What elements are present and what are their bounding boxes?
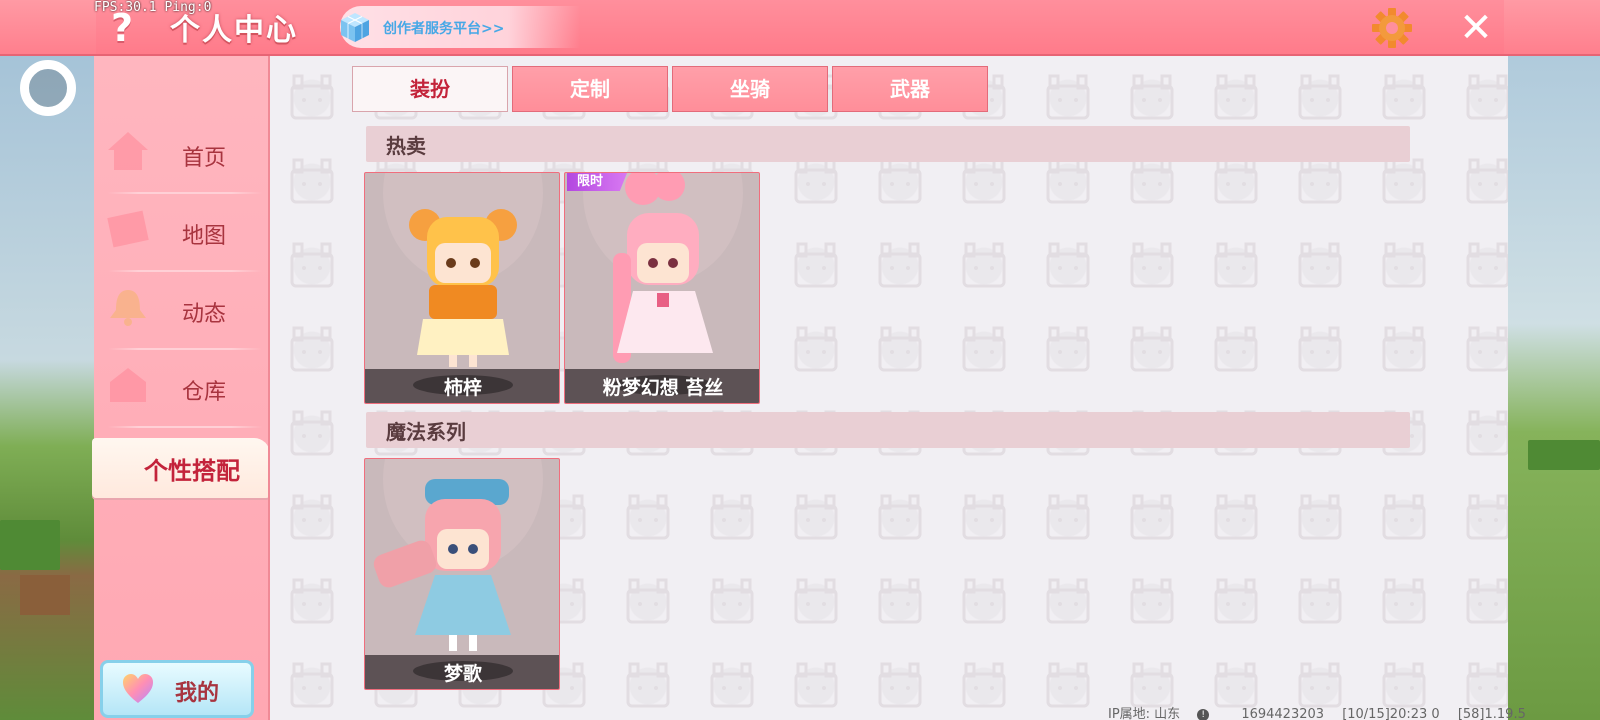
sidebar-item-label: 首页 [182, 146, 227, 171]
section-header-hot: 热卖 [366, 126, 1410, 162]
tab-outfit[interactable]: 装扮 [352, 66, 508, 112]
uid: 1694423203 [1241, 707, 1325, 720]
card-name: 粉梦幻想 苔丝 [602, 377, 724, 399]
sidebar-item-warehouse[interactable]: 仓库 [102, 352, 262, 428]
warehouse-icon [110, 368, 146, 402]
tab-weapon[interactable]: 武器 [832, 66, 988, 112]
card-name: 梦歌 [443, 663, 482, 685]
sidebar-item-label: 地图 [182, 224, 227, 249]
card-name-bar: 柿梓 [365, 369, 559, 403]
timestamp: [10/15]20:23 0 [1342, 707, 1440, 720]
mine-button-label: 我的 [175, 681, 220, 706]
card-name-bar: 粉梦幻想 苔丝 [565, 369, 759, 403]
divider [108, 426, 262, 428]
skin-card-mengge[interactable]: 梦歌 [364, 458, 560, 690]
character-figure-image [373, 459, 543, 651]
section-title: 魔法系列 [386, 420, 466, 444]
home-icon [108, 132, 148, 170]
status-footer: IP属地: 山东! 1694423203 [10/15]20:23 0 [58]… [1108, 703, 1540, 720]
cube-icon [341, 13, 369, 42]
character-figure-image [583, 173, 743, 363]
scenery-wood-block [20, 575, 70, 615]
map-icon [107, 210, 149, 248]
sidebar: 首页 地图 动态 仓库 个性搭配 我的 [92, 56, 270, 720]
top-bar-strip [96, 0, 1504, 54]
tab-custom[interactable]: 定制 [512, 66, 668, 112]
skin-card-shizi[interactable]: 柿梓 [364, 172, 560, 404]
divider [108, 192, 262, 194]
sidebar-item-outfit[interactable]: 个性搭配 [92, 438, 270, 498]
ip-location-text: IP属地: 山东 [1108, 707, 1181, 720]
section-header-magic: 魔法系列 [366, 412, 1410, 448]
sidebar-item-label: 个性搭配 [144, 457, 240, 485]
sidebar-item-label: 动态 [182, 302, 227, 327]
section-title: 热卖 [386, 134, 426, 158]
divider [108, 348, 262, 350]
info-icon[interactable]: ! [1197, 708, 1210, 720]
close-icon: ✕ [1459, 5, 1493, 51]
background-scene-right [1508, 0, 1600, 720]
floating-ring-button[interactable] [20, 60, 76, 116]
fps-ping-overlay: FPS:30.1 Ping:0 [94, 0, 212, 15]
scenery-grass-block [0, 520, 60, 570]
character-figure-image [383, 173, 543, 367]
mine-button[interactable]: 我的 [100, 660, 254, 718]
main-panel: 装扮 定制 坐骑 武器 热卖 柿梓 限时 粉梦幻想 苔丝 魔法系列 梦歌 [268, 56, 1508, 720]
limited-time-badge: 限时 [567, 173, 627, 191]
close-button[interactable]: ✕ [1454, 6, 1498, 50]
skin-card-tess[interactable]: 限时 粉梦幻想 苔丝 [564, 172, 760, 404]
gear-icon[interactable] [1370, 6, 1414, 50]
scenery-grass-block [1528, 440, 1600, 470]
card-name: 柿梓 [443, 377, 482, 399]
sidebar-item-map[interactable]: 地图 [102, 196, 262, 272]
version: [58]1.19.5 [1457, 707, 1526, 720]
creator-platform-link[interactable]: 创作者服务平台>> [383, 18, 504, 38]
sidebar-item-activity[interactable]: 动态 [102, 274, 262, 350]
divider [108, 270, 262, 272]
sidebar-item-home[interactable]: 首页 [102, 118, 262, 194]
ip-location: IP属地: 山东! [1108, 707, 1223, 720]
heart-icon [123, 674, 153, 703]
sidebar-item-label: 仓库 [182, 380, 227, 405]
card-name-bar: 梦歌 [365, 655, 559, 689]
tab-mount[interactable]: 坐骑 [672, 66, 828, 112]
bell-icon [110, 290, 146, 326]
